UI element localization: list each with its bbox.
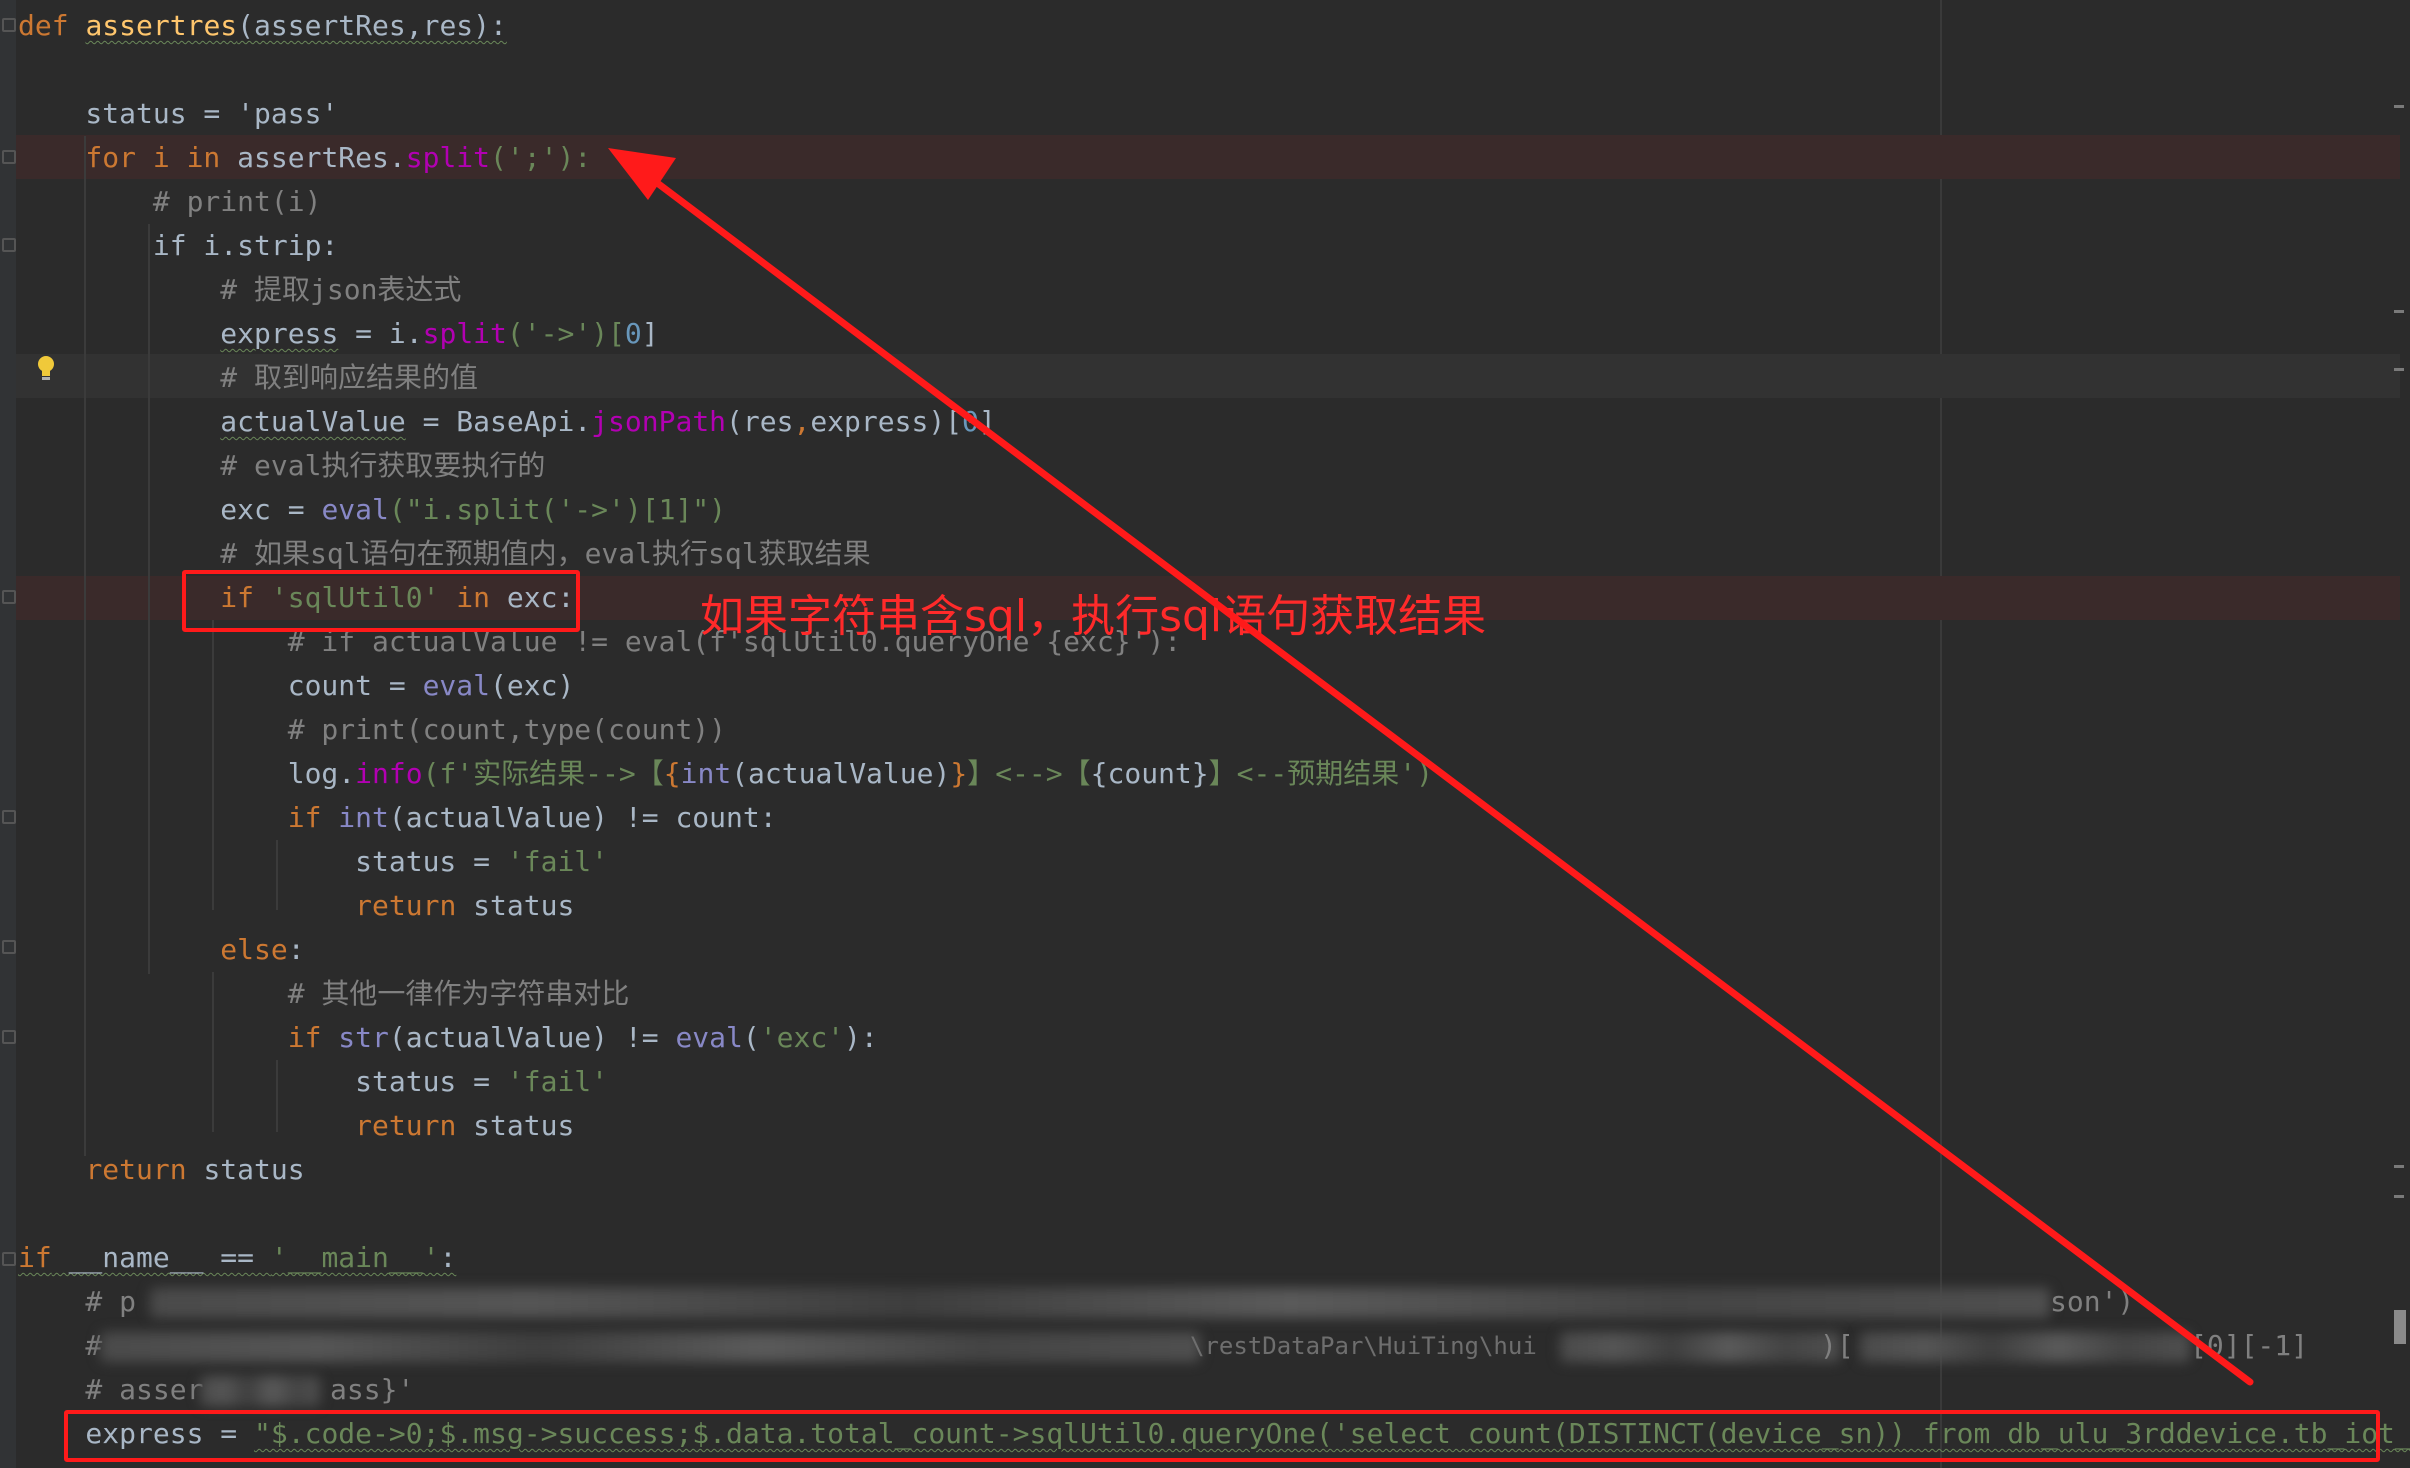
code-editor[interactable]: def assertres(assertRes,res): status = '…	[0, 0, 2410, 1468]
annotation-arrow	[608, 148, 2254, 1386]
